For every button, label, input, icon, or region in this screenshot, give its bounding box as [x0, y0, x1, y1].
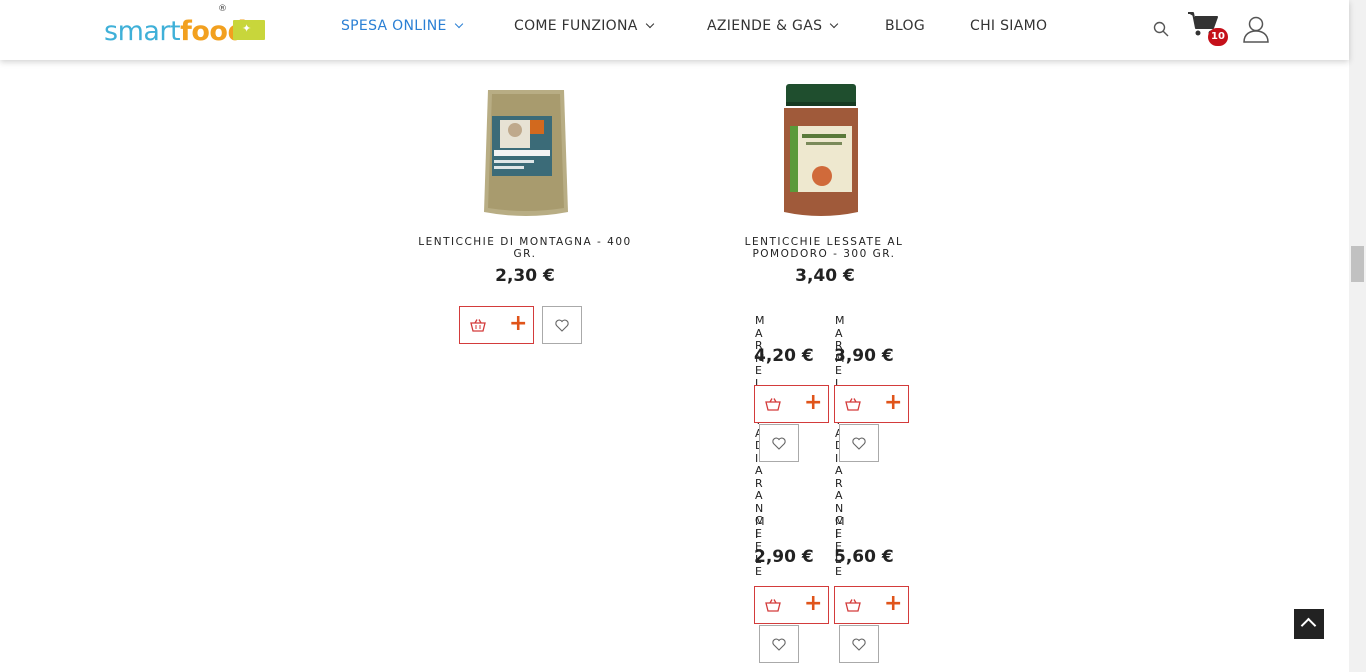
registered-mark: ®: [218, 4, 227, 14]
scrollbar-thumb[interactable]: [1351, 246, 1364, 282]
logo-wordmark: smartfood: [104, 16, 247, 47]
plus-icon: +: [509, 311, 528, 336]
product-price: 4,20 €: [754, 346, 814, 366]
chevron-down-icon: [645, 19, 654, 29]
product-price: 5,60 €: [834, 547, 894, 567]
product-price: 3,40 €: [795, 266, 855, 286]
heart-icon: [852, 638, 866, 651]
add-to-cart-button[interactable]: +: [754, 586, 829, 624]
product-name[interactable]: LENTICCHIE DI MONTAGNA - 400 GR.: [410, 236, 640, 260]
heart-icon: [852, 437, 866, 450]
plus-icon: +: [884, 591, 903, 616]
lentils-jar-image[interactable]: [782, 84, 860, 220]
lentils-bag-image[interactable]: [482, 86, 570, 220]
add-to-cart-button[interactable]: +: [834, 385, 909, 423]
cart-count-badge[interactable]: 10: [1208, 28, 1228, 46]
product-price: 2,90 €: [754, 547, 814, 567]
add-to-cart-button[interactable]: +: [754, 385, 829, 423]
nav-label: BLOG: [885, 18, 925, 34]
wishlist-button[interactable]: [839, 424, 879, 462]
chevron-up-icon: [1300, 617, 1317, 634]
product-price: 3,90 €: [834, 346, 894, 366]
site-header: smartfood ® ✦ SPESA ONLINE COME FUNZIONA…: [0, 0, 1349, 60]
heart-icon: [555, 319, 569, 332]
chevron-down-icon: [830, 19, 839, 29]
basket-icon: [845, 398, 861, 411]
nav-label: CHI SIAMO: [970, 18, 1048, 34]
scrollbar-track[interactable]: [1349, 0, 1366, 672]
nav-label: COME FUNZIONA: [514, 18, 638, 34]
back-to-top-button[interactable]: [1294, 609, 1324, 639]
eu-organic-leaf-icon: ✦: [233, 20, 265, 40]
heart-icon: [772, 437, 786, 450]
add-to-cart-button[interactable]: +: [834, 586, 909, 624]
basket-icon: [765, 599, 781, 612]
wishlist-button[interactable]: [542, 306, 582, 344]
basket-icon: [845, 599, 861, 612]
basket-icon: [470, 319, 486, 332]
add-to-cart-button[interactable]: +: [459, 306, 534, 344]
plus-icon: +: [804, 390, 823, 415]
plus-icon: +: [804, 591, 823, 616]
nav-label: SPESA ONLINE: [341, 18, 447, 34]
user-icon[interactable]: [1242, 15, 1270, 43]
logo-smart-text: smart: [104, 16, 181, 47]
product-name[interactable]: LENTICCHIE LESSATE AL POMODORO - 300 GR.: [730, 236, 918, 260]
wishlist-button[interactable]: [759, 625, 799, 663]
nav-aziende-gas[interactable]: AZIENDE & GAS: [707, 18, 839, 34]
smartfood-logo[interactable]: smartfood ® ✦: [104, 4, 266, 52]
search-icon[interactable]: [1153, 21, 1169, 37]
basket-icon: [765, 398, 781, 411]
nav-come-funziona[interactable]: COME FUNZIONA: [514, 18, 654, 34]
heart-icon: [772, 638, 786, 651]
plus-icon: +: [884, 390, 903, 415]
wishlist-button[interactable]: [839, 625, 879, 663]
nav-blog[interactable]: BLOG: [885, 18, 925, 34]
wishlist-button[interactable]: [759, 424, 799, 462]
nav-label: AZIENDE & GAS: [707, 18, 823, 34]
nav-chi-siamo[interactable]: CHI SIAMO: [970, 18, 1047, 34]
product-price: 2,30 €: [495, 266, 555, 286]
chevron-down-icon: [454, 19, 463, 29]
nav-spesa-online[interactable]: SPESA ONLINE: [341, 18, 463, 34]
